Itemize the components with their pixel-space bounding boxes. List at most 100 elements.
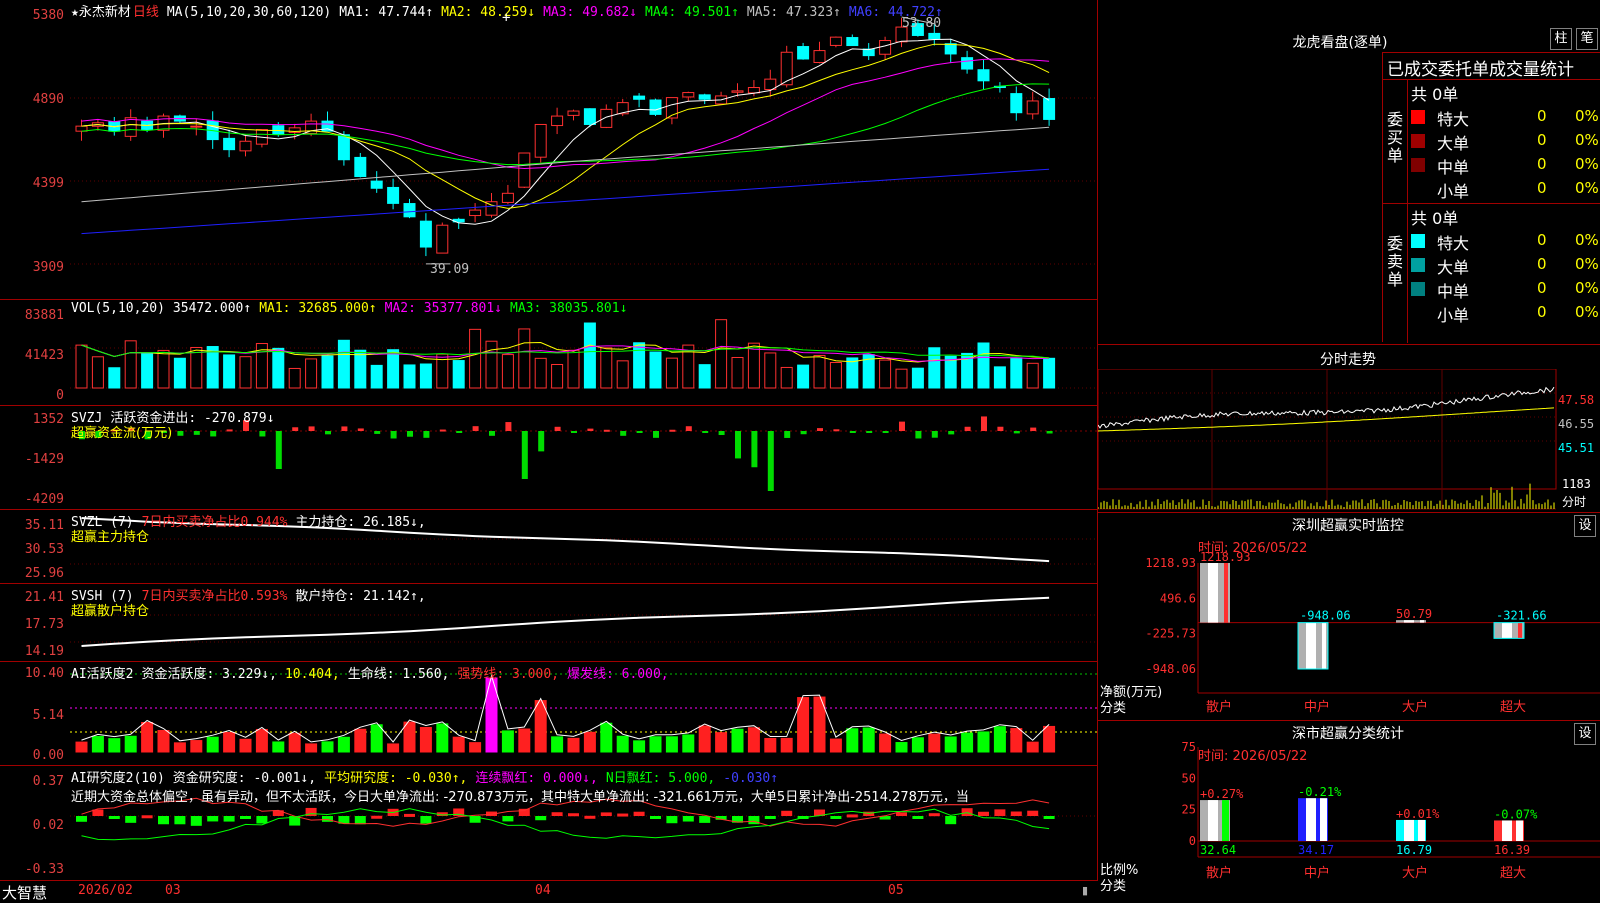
svsh-panel[interactable]: 21.41 17.73 14.19 SVSH (7) 7日内买卖净占比0.593%…	[0, 584, 1098, 662]
classify-bar-highlight	[1502, 820, 1512, 841]
research-bar	[912, 816, 924, 819]
candle-body	[813, 50, 826, 63]
sell-row-count: 0	[1537, 303, 1547, 321]
candle-body	[879, 40, 892, 55]
classify-category: 散户	[1206, 865, 1232, 881]
classify-bar-3	[1494, 820, 1524, 841]
candle-body	[944, 43, 957, 55]
ai-research-summary: 近期大资金总体偏空，虽有异动，但不太活跃，今日大单净流出: -270.873万元…	[71, 790, 969, 805]
buy-color-swatch	[1411, 182, 1425, 196]
svzl-y-tick-0: 35.11	[24, 518, 64, 533]
date-label-0: 2026/02	[78, 883, 133, 898]
volume-bar	[206, 346, 219, 389]
fund-flow-bar	[456, 431, 463, 433]
fund-flow-bar	[915, 431, 922, 439]
vol-panel[interactable]: 83881 41423 0 VOL(5,10,20) 35472.000↑ MA1:…	[0, 300, 1098, 406]
kline-panel[interactable]: 5380 4890 4399 3909 ★永杰新材 日线 MA(5,10,20,30…	[0, 0, 1098, 300]
sell-row-name: 小单	[1437, 306, 1470, 325]
svzj-panel[interactable]: 1352 -1429 -4209 SVZJ 活跃资金进出: -270.879↓ 超…	[0, 406, 1098, 510]
ai-research-panel[interactable]: 0.37 0.02 -0.33 AI研究度2(10) 资金研究度: -0.001↓…	[0, 766, 1098, 880]
monitor-bar-edge	[1518, 622, 1522, 639]
fund-flow-bar	[571, 431, 577, 433]
research-bar	[978, 811, 989, 816]
ai-activity-bar	[764, 737, 777, 753]
fund-flow-bar	[308, 426, 315, 431]
research-bar	[354, 816, 366, 825]
research-bar	[404, 813, 415, 817]
kline-y-tick-3: 3909	[32, 260, 64, 275]
intraday-y-2: 45.51	[1558, 441, 1595, 455]
candle-body	[223, 137, 236, 151]
ai-research-v4: N日飘红: 5.000,	[605, 771, 716, 786]
fund-flow-bar	[259, 431, 266, 437]
classify-stats: 深市超赢分类统计 设 时间: 2026/05/22 75 50 25 0 +0.27% 3…	[1098, 720, 1600, 900]
ma6-line	[81, 168, 1050, 235]
ai-activity-bar	[387, 743, 400, 753]
fund-flow-bar	[931, 431, 938, 438]
candle-body	[419, 220, 432, 248]
research-bar	[518, 808, 530, 816]
candle-body	[354, 156, 367, 178]
svzl-y-tick-2: 25.96	[24, 566, 64, 581]
research-bar	[846, 814, 858, 818]
volume-bar	[977, 342, 990, 389]
intraday-vol-sub: 分时	[1562, 495, 1587, 509]
candle-body	[436, 224, 449, 254]
fund-flow-bar	[292, 427, 299, 431]
fund-flow-bar	[981, 416, 987, 431]
ai-activity-bar	[223, 732, 236, 753]
volume-bar	[813, 354, 826, 389]
classify-value-label: 32.64	[1200, 843, 1236, 857]
monitor-y-tick: 1218.93	[1145, 556, 1196, 570]
intraday-section[interactable]: 分时走势 47.58 46.55 45.51 1183 分时	[1098, 344, 1600, 512]
kline-chart[interactable]: +	[70, 0, 1098, 300]
ai-activity-bar	[337, 736, 350, 753]
ai-active-header: AI活跃度2 资金活跃度: 3.229↓, 10.404, 生命线: 1.560, 强势…	[71, 663, 677, 682]
research-bar	[76, 816, 87, 822]
buy-row: 特大 0 0%	[1411, 105, 1600, 129]
candle-body	[1010, 93, 1023, 114]
svzl-panel[interactable]: 35.11 30.53 25.96 SVZL (7) 7日内买卖净占比0.944%…	[0, 510, 1098, 584]
research-bar	[535, 816, 547, 821]
volume-bar	[485, 340, 498, 389]
ai-research-header: AI研究度2(10) 资金研究度: -0.001↓, 平均研究度: -0.030↑,…	[71, 767, 786, 786]
intraday-chart[interactable]	[1098, 369, 1600, 513]
research-bar	[650, 816, 661, 819]
tick-mode-button[interactable]: 笔	[1576, 28, 1598, 50]
classify-category: 大户	[1402, 865, 1428, 881]
sell-side-text: 委卖单	[1387, 234, 1404, 289]
ai-activity-bar	[272, 741, 285, 753]
monitor-y-tick: -225.73	[1145, 627, 1196, 641]
volume-bar	[108, 367, 121, 389]
classify-y-tick: 75	[1182, 740, 1196, 754]
ai-activity-bar	[518, 728, 531, 753]
fund-flow-bar	[423, 431, 430, 438]
svzl-value: 主力持仓: 26.185↓,	[295, 515, 426, 530]
ai-active-panel[interactable]: 10.40 5.14 0.00 AI活跃度2 资金活跃度: 3.229↓, 10.4…	[0, 662, 1098, 766]
fund-flow-bar	[505, 422, 512, 431]
buy-row: 大单 0 0%	[1411, 129, 1600, 153]
bar-mode-button[interactable]: 柱	[1550, 28, 1572, 50]
low-price-mark: 39.09	[430, 262, 470, 277]
ai-active-v3: 生命线: 1.560,	[347, 667, 450, 682]
sell-row-name: 大单	[1437, 258, 1470, 277]
volume-bar	[715, 319, 728, 389]
ai-activity-bar	[567, 737, 580, 753]
fund-flow-bar	[538, 431, 545, 452]
volume-bar	[567, 349, 580, 389]
ai-activity-bar	[961, 732, 974, 753]
ai-activity-bar	[501, 730, 514, 753]
volume-bar	[928, 347, 941, 389]
classify-value-label: 34.17	[1298, 843, 1334, 857]
monitor-y-tick: 496.6	[1160, 591, 1196, 605]
fund-flow-bar	[1046, 431, 1053, 434]
research-bar	[1043, 816, 1055, 819]
research-bar	[207, 816, 219, 822]
fund-flow-bar	[767, 431, 774, 491]
buy-color-swatch	[1411, 134, 1425, 148]
ratio-chart: 75 50 25 0 +0.27% 32.64 散户 -0.21% 34.17 中户 +0.01% 1…	[1182, 740, 1600, 881]
research-bar	[600, 812, 612, 816]
vol-ma1: MA1: 32685.000↑	[259, 301, 377, 316]
lock-icon[interactable]: ▮	[1082, 884, 1088, 897]
vol-ma3: MA3: 38035.801↓	[510, 301, 628, 316]
